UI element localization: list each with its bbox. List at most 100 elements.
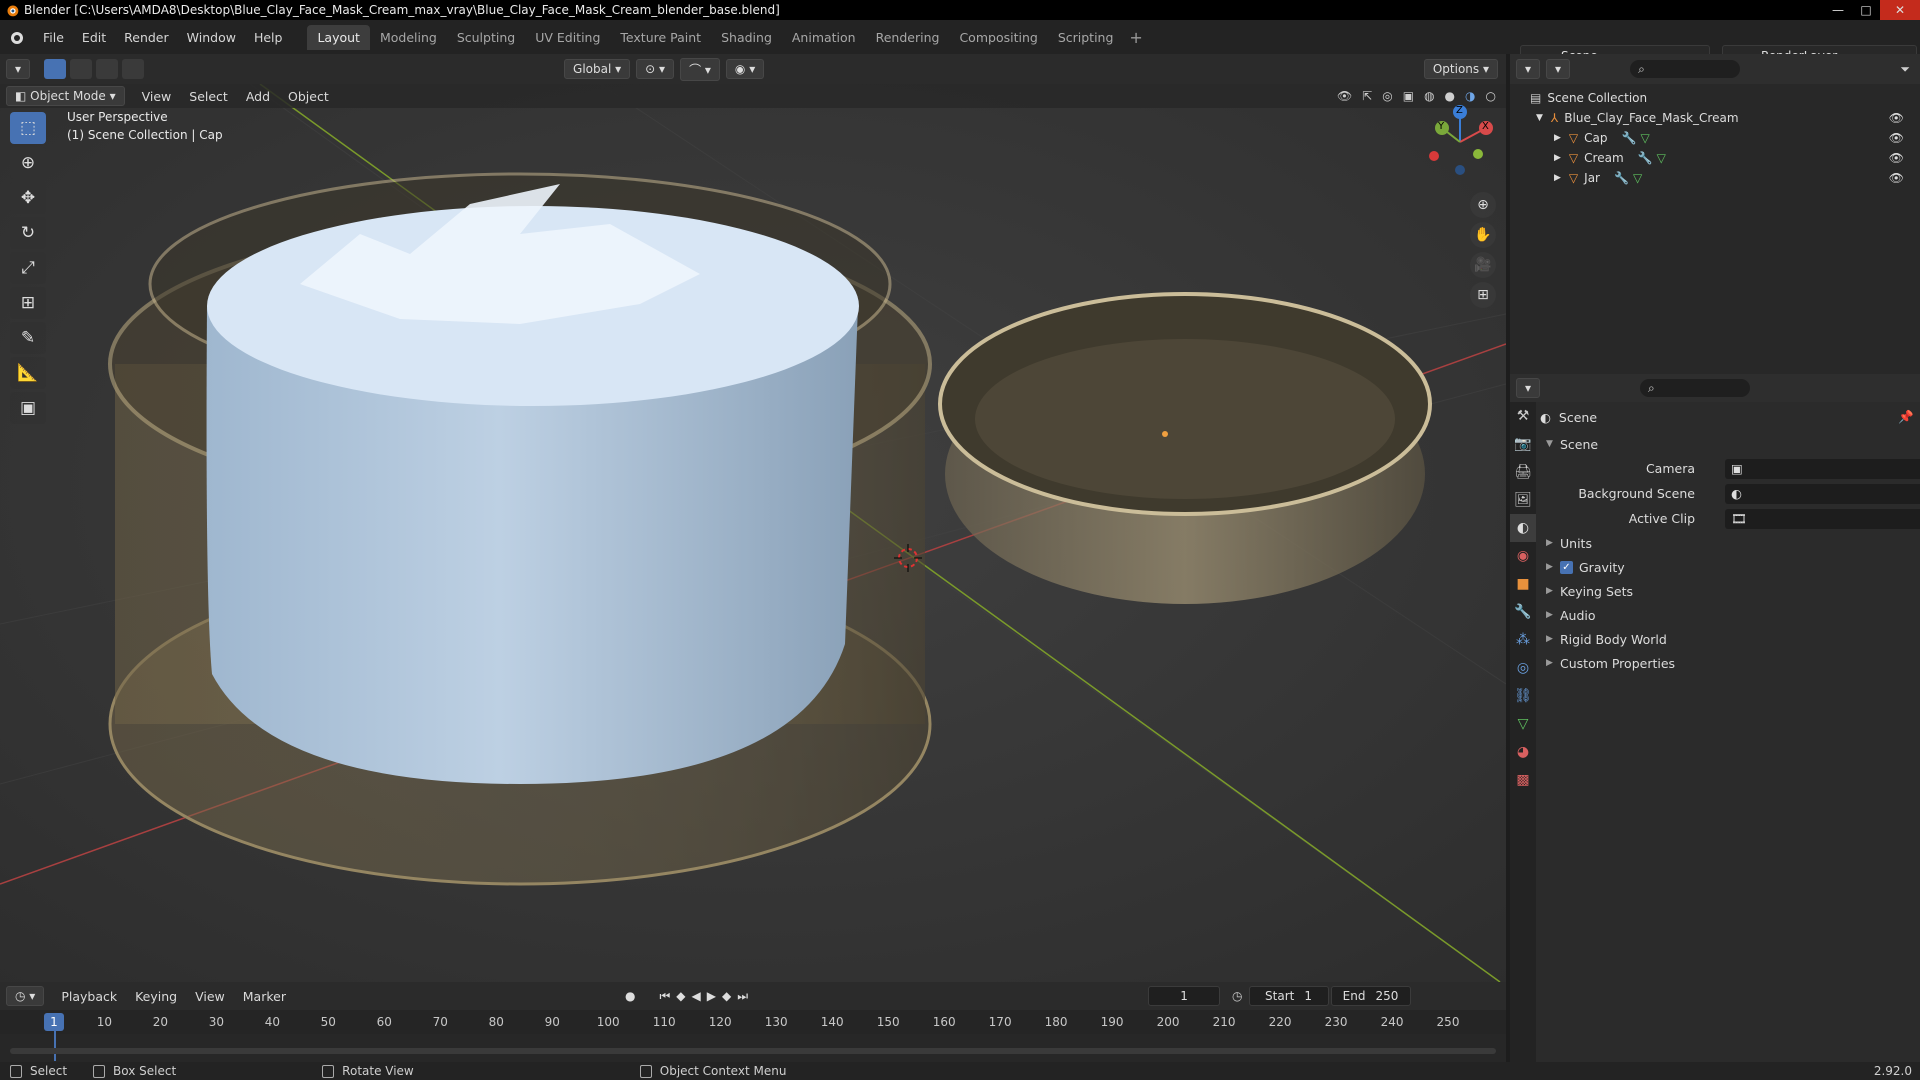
outliner-row-collection[interactable]: ▼ ⅄ Blue_Clay_Face_Mask_Cream 👁 xyxy=(1510,108,1920,128)
expand-arrow-icon[interactable]: ▶ xyxy=(1554,153,1561,163)
menu-edit[interactable]: Edit xyxy=(73,30,115,45)
menu-window[interactable]: Window xyxy=(178,30,245,45)
object-tab-icon[interactable]: ■ xyxy=(1510,570,1536,598)
options-dropdown[interactable]: Options ▾ xyxy=(1423,59,1498,79)
output-tab-icon[interactable]: 🖨 xyxy=(1510,458,1536,486)
timeline-scrollbar[interactable] xyxy=(10,1048,1496,1054)
clock-icon[interactable]: ◷ xyxy=(1232,989,1242,1003)
current-frame-field[interactable]: 1 xyxy=(1148,986,1221,1006)
constraints-tab-icon[interactable]: ⛓ xyxy=(1510,682,1536,710)
3d-viewport[interactable]: ◧ Object Mode ▾ View Select Add Object 👁… xyxy=(0,84,1506,982)
panel-units[interactable]: ▶ Units xyxy=(1540,531,1920,555)
outliner-search-input[interactable]: ⌕ xyxy=(1630,60,1741,78)
outliner-display-mode-button[interactable]: ▾ xyxy=(1546,59,1571,79)
visibility-icon[interactable]: 👁 xyxy=(1337,89,1352,103)
play-icon[interactable]: ▶ xyxy=(707,989,716,1003)
background-scene-field[interactable]: ◐ xyxy=(1725,483,1920,504)
timeline-menu-keying[interactable]: Keying xyxy=(126,989,186,1004)
pivot-point-dropdown[interactable]: ⊙ ▾ xyxy=(636,59,675,79)
expand-arrow-icon[interactable]: ▼ xyxy=(1536,113,1543,123)
material-shading-icon[interactable]: ◑ xyxy=(1465,89,1475,103)
active-clip-field[interactable]: 🎞 xyxy=(1725,508,1920,529)
navigation-gizmo[interactable]: Z X Y xyxy=(1420,102,1500,182)
viewport-menu-select[interactable]: Select xyxy=(180,89,237,104)
timeline-ruler[interactable]: 1 10 20 30 40 50 60 70 80 90 100 110 120 130 140 150 160… xyxy=(0,1010,1506,1061)
panel-keying-sets[interactable]: ▶ Keying Sets xyxy=(1540,579,1920,603)
outliner-row-cream[interactable]: ▶ ▽ Cream 🔧 ▽ 👁 xyxy=(1510,148,1920,168)
render-tab-icon[interactable]: 📷 xyxy=(1510,430,1536,458)
gizmo-toggle-icon[interactable]: ⇱ xyxy=(1362,89,1372,103)
tab-modeling[interactable]: Modeling xyxy=(370,25,447,50)
jump-start-icon[interactable]: ⏮ xyxy=(659,989,670,1004)
measure-tool-icon[interactable]: 📐 xyxy=(10,357,46,389)
add-workspace-icon[interactable]: + xyxy=(1129,28,1142,47)
record-icon[interactable]: ● xyxy=(625,989,635,1003)
properties-editor-type-button[interactable]: ▾ xyxy=(1516,378,1541,398)
scale-tool-icon[interactable]: ⤢ xyxy=(10,252,46,284)
panel-scene-header[interactable]: ▼ Scene xyxy=(1540,432,1920,456)
overlays-icon[interactable]: ◎ xyxy=(1382,89,1392,103)
editor-type-button[interactable]: ▾ xyxy=(6,59,31,79)
add-cube-tool-icon[interactable]: ▣ xyxy=(10,392,46,424)
select-box-mode-icon[interactable] xyxy=(44,59,67,79)
pin-icon[interactable]: 📌 xyxy=(1898,409,1914,425)
timeline-editor-type-button[interactable]: ◷ ▾ xyxy=(6,986,45,1006)
physics-tab-icon[interactable]: ◎ xyxy=(1510,654,1536,682)
view-layer-tab-icon[interactable]: 🖼 xyxy=(1510,486,1536,514)
cursor-tool-icon[interactable]: ⊕ xyxy=(10,147,46,179)
timeline-menu-view[interactable]: View xyxy=(186,989,234,1004)
timeline-menu-playback[interactable]: Playback xyxy=(52,989,126,1004)
expand-arrow-icon[interactable]: ▶ xyxy=(1554,133,1561,143)
gravity-checkbox[interactable]: ✓ xyxy=(1560,560,1573,574)
close-button[interactable]: ✕ xyxy=(1880,0,1920,20)
play-reverse-icon[interactable]: ◀ xyxy=(692,989,701,1003)
snap-dropdown[interactable]: ⌒ ▾ xyxy=(680,57,720,81)
data-tab-icon[interactable]: ▽ xyxy=(1510,710,1536,738)
pan-hand-icon[interactable]: ✋ xyxy=(1470,222,1496,248)
visibility-eye-icon[interactable]: 👁 xyxy=(1889,111,1904,125)
tab-compositing[interactable]: Compositing xyxy=(949,25,1047,50)
viewport-menu-add[interactable]: Add xyxy=(237,89,279,104)
outliner-editor-type-button[interactable]: ▾ xyxy=(1516,59,1541,79)
xray-icon[interactable]: ▣ xyxy=(1403,89,1414,103)
tab-rendering[interactable]: Rendering xyxy=(866,25,950,50)
outliner-row-cap[interactable]: ▶ ▽ Cap 🔧 ▽ 👁 xyxy=(1510,128,1920,148)
timeline-menu-marker[interactable]: Marker xyxy=(234,989,295,1004)
outliner-row-scene-collection[interactable]: ▤ Scene Collection xyxy=(1510,88,1920,108)
annotate-tool-icon[interactable]: ✎ xyxy=(10,322,46,354)
camera-field[interactable]: ▣✒ xyxy=(1725,458,1920,479)
rendered-shading-icon[interactable]: ○ xyxy=(1486,89,1496,103)
properties-search-input[interactable]: ⌕ xyxy=(1640,379,1751,397)
transform-tool-icon[interactable]: ⊞ xyxy=(10,287,46,319)
solid-shading-icon[interactable]: ● xyxy=(1445,89,1455,103)
modifier-tab-icon[interactable]: 🔧 xyxy=(1510,598,1536,626)
tab-uv-editing[interactable]: UV Editing xyxy=(525,25,610,50)
zoom-icon[interactable]: ⊕ xyxy=(1470,192,1496,218)
select-tool-icon[interactable]: ⬚ xyxy=(10,112,46,144)
panel-audio[interactable]: ▶ Audio xyxy=(1540,603,1920,627)
outliner-row-jar[interactable]: ▶ ▽ Jar 🔧 ▽ 👁 xyxy=(1510,168,1920,188)
prev-keyframe-icon[interactable]: ◆ xyxy=(676,989,685,1003)
visibility-eye-icon[interactable]: 👁 xyxy=(1889,151,1904,165)
material-tab-icon[interactable]: ◕ xyxy=(1510,738,1536,766)
scene-tab-icon[interactable]: ◐ xyxy=(1510,514,1536,542)
minimize-button[interactable]: — xyxy=(1824,0,1852,20)
particles-tab-icon[interactable]: ⁂ xyxy=(1510,626,1536,654)
viewport-menu-view[interactable]: View xyxy=(133,89,181,104)
transform-orientation-dropdown[interactable]: Global ▾ xyxy=(564,59,631,79)
maximize-button[interactable]: □ xyxy=(1852,0,1880,20)
move-tool-icon[interactable]: ✥ xyxy=(10,182,46,214)
panel-gravity[interactable]: ▶ ✓ Gravity xyxy=(1540,555,1920,579)
select-extend-icon[interactable] xyxy=(70,59,93,79)
texture-tab-icon[interactable]: ▩ xyxy=(1510,766,1536,794)
filter-icon[interactable]: ⏷ xyxy=(1900,62,1910,77)
jump-end-icon[interactable]: ⏭ xyxy=(737,989,748,1004)
camera-view-icon[interactable]: 🎥 xyxy=(1470,252,1496,278)
select-subtract-icon[interactable] xyxy=(96,59,119,79)
tab-shading[interactable]: Shading xyxy=(711,25,782,50)
tab-layout[interactable]: Layout xyxy=(307,24,370,50)
end-frame-field[interactable]: End 250 xyxy=(1330,986,1411,1006)
next-keyframe-icon[interactable]: ◆ xyxy=(722,989,731,1003)
object-mode-dropdown[interactable]: ◧ Object Mode ▾ xyxy=(6,86,125,106)
rotate-tool-icon[interactable]: ↻ xyxy=(10,217,46,249)
